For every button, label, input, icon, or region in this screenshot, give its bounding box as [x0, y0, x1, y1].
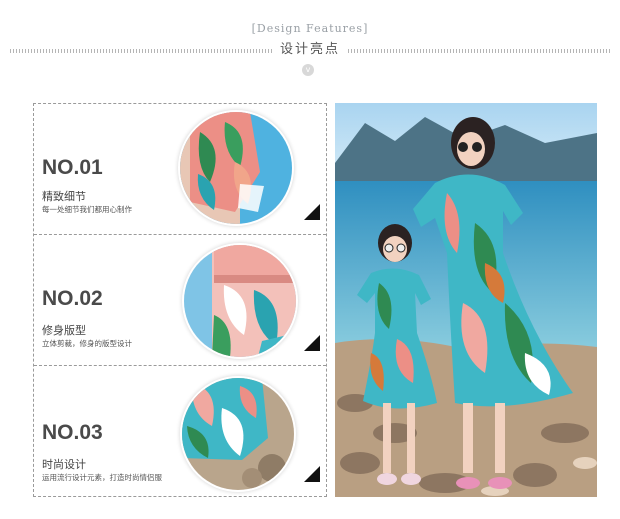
corner-triangle-icon	[304, 466, 320, 482]
feature-panel: NO.01 精致细节 每一处细节我们都用心制作 NO.02 修身版型 立体剪裁，…	[33, 103, 327, 497]
feature-number: NO.01	[42, 156, 103, 179]
feature-item-2: NO.02 修身版型 立体剪裁，修身的版型设计	[34, 235, 326, 365]
header-title-row: 设计亮点	[0, 40, 620, 60]
chevron-down-icon: v	[302, 64, 314, 76]
feature-title: 修身版型	[42, 324, 86, 337]
feature-title: 精致细节	[42, 190, 86, 203]
detail-photo-waist	[184, 245, 296, 357]
header-right-rule	[348, 49, 610, 53]
feature-description: 立体剪裁，修身的版型设计	[42, 339, 132, 348]
feature-description: 每一处细节我们都用心制作	[42, 205, 132, 214]
detail-photo-sleeve	[180, 112, 292, 224]
feature-item-1: NO.01 精致细节 每一处细节我们都用心制作	[34, 104, 326, 234]
feature-number: NO.02	[42, 287, 103, 310]
feature-number: NO.03	[42, 421, 103, 444]
corner-triangle-icon	[304, 204, 320, 220]
feature-description: 运用流行设计元素，打造时尚情侣服	[42, 473, 162, 482]
feature-item-3: NO.03 时尚设计 运用流行设计元素，打造时尚情侣服	[34, 366, 326, 496]
detail-photo-hem	[182, 378, 294, 490]
header-english-title: [Design Features]	[251, 22, 369, 35]
product-photo	[335, 103, 597, 497]
corner-triangle-icon	[304, 335, 320, 351]
feature-title: 时尚设计	[42, 458, 86, 471]
